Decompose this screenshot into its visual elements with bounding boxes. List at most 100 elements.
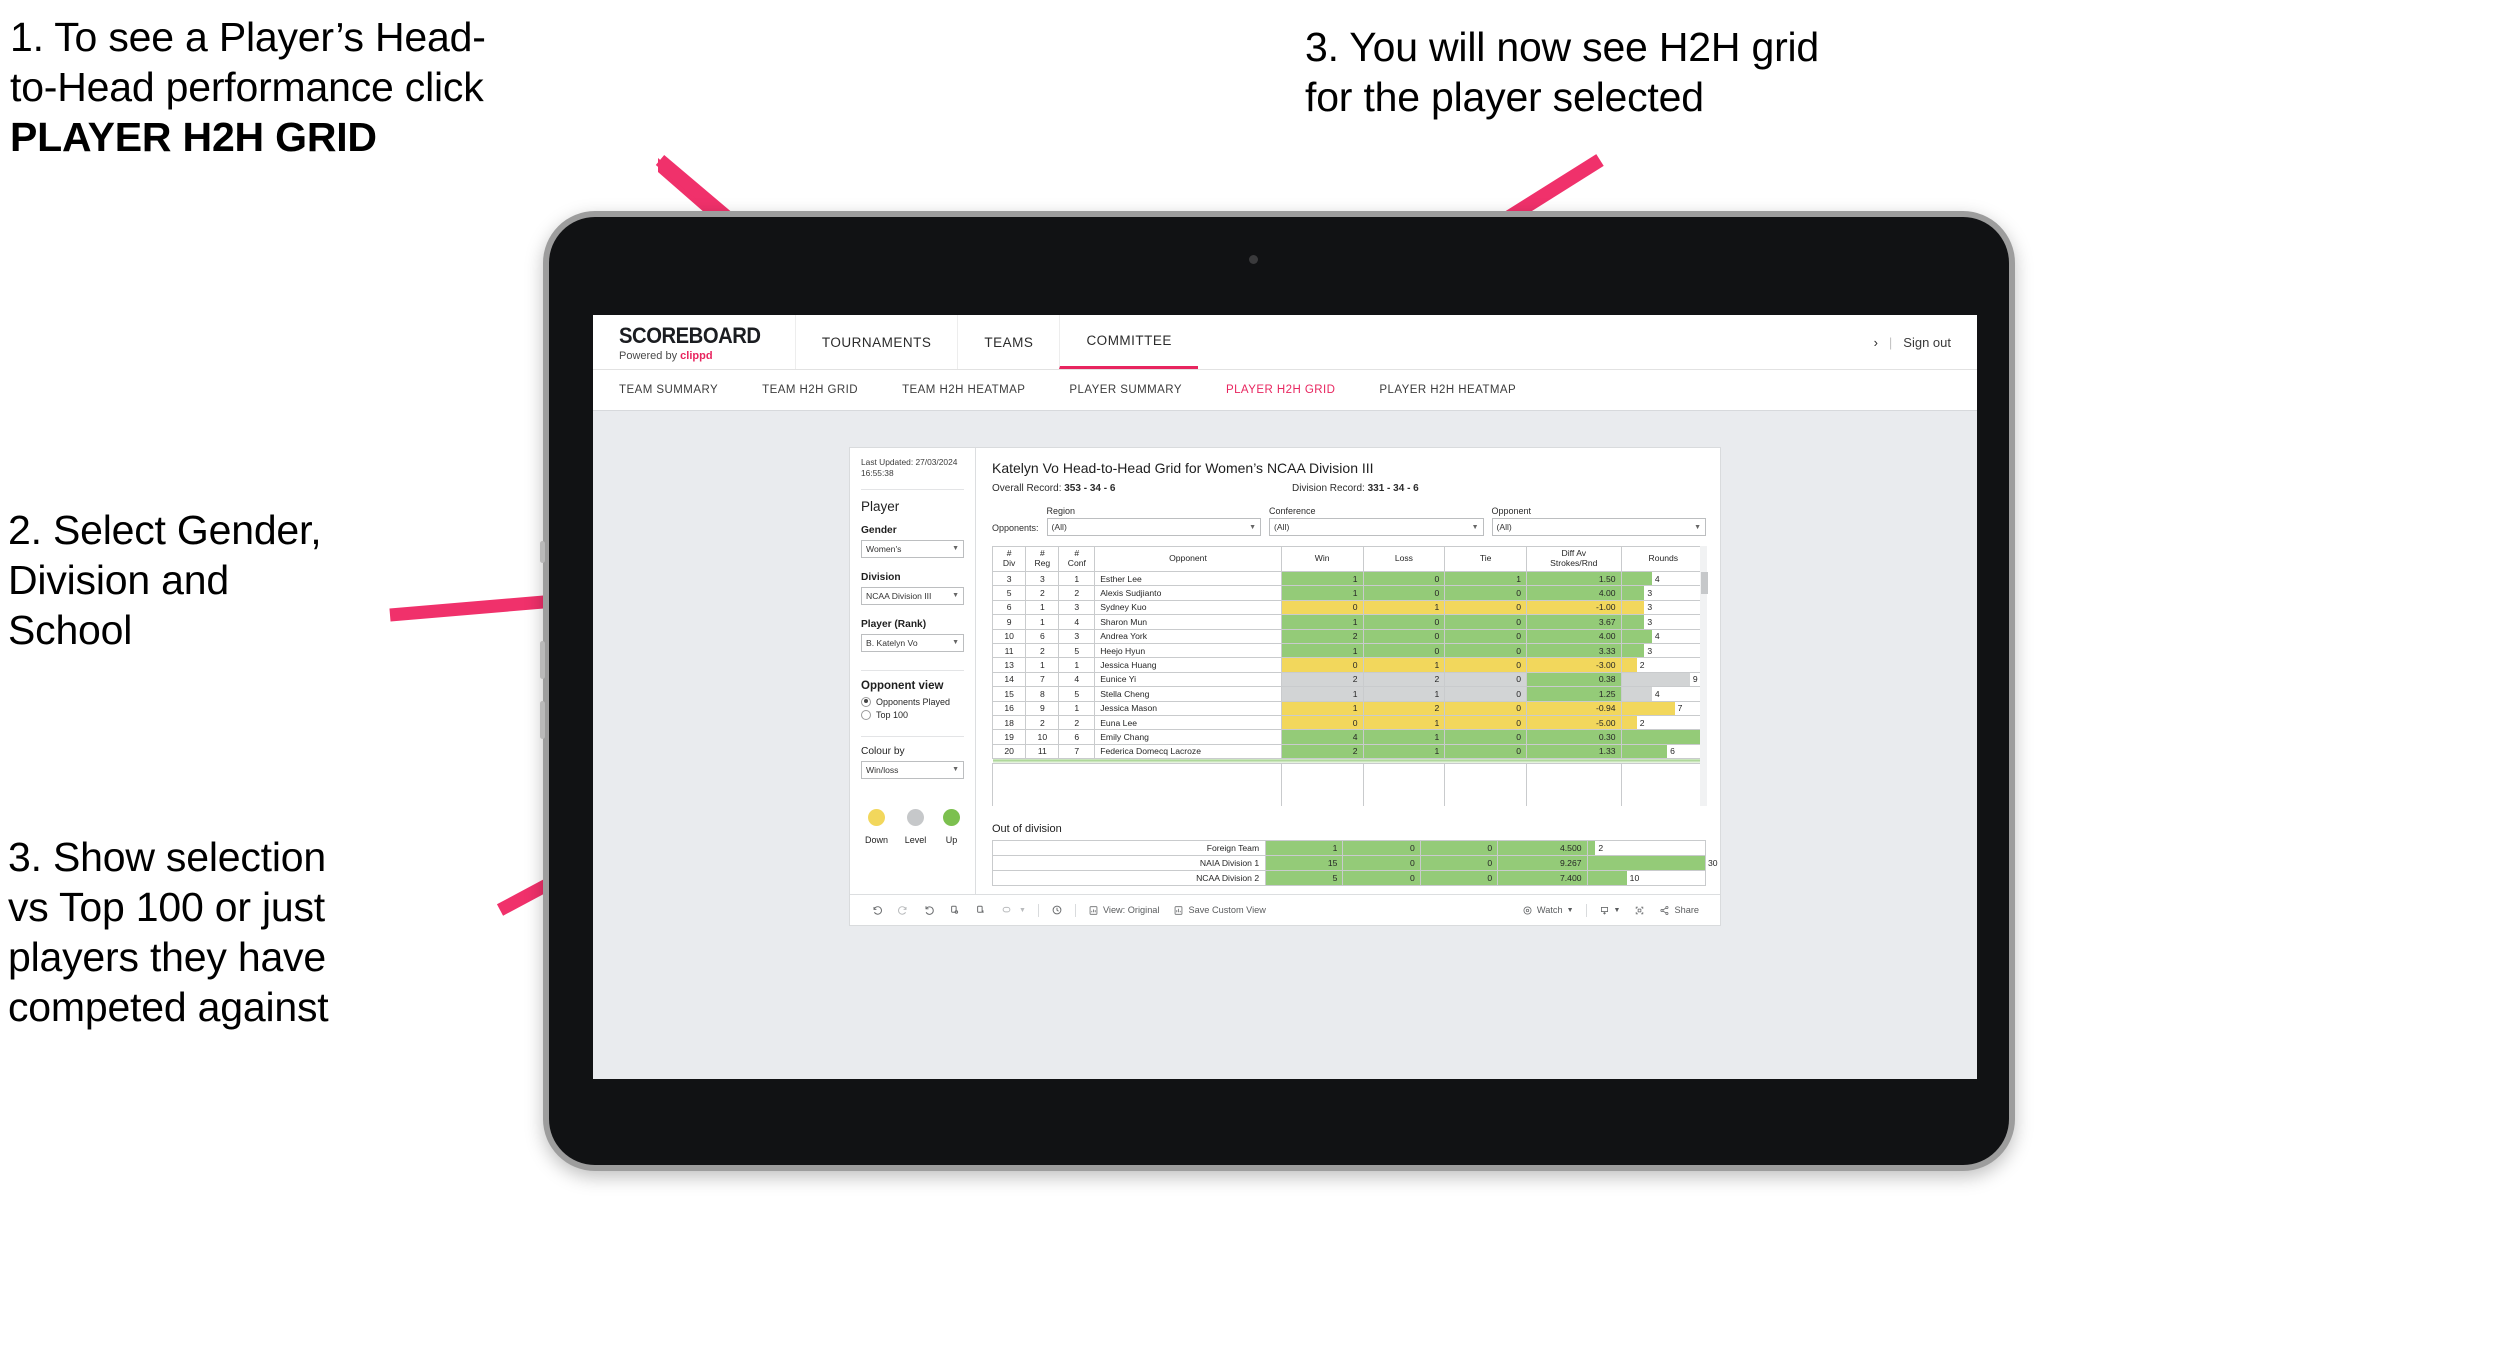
revert-icon[interactable] bbox=[916, 904, 942, 916]
col-win[interactable]: Win bbox=[1280, 546, 1364, 572]
ood-cell-loss: 0 bbox=[1342, 855, 1421, 872]
col-loss[interactable]: Loss bbox=[1362, 546, 1446, 572]
table-row[interactable]: 18 2 2 Euna Lee 0 1 0 -5.00 2 bbox=[991, 714, 1707, 731]
tab-player-h2h-heatmap[interactable]: PLAYER H2H HEATMAP bbox=[1357, 384, 1538, 396]
sign-out-link[interactable]: Sign out bbox=[1903, 335, 1951, 350]
highlight-icon[interactable]: ▼ bbox=[994, 904, 1033, 916]
table-scrollbar-thumb[interactable] bbox=[1701, 572, 1708, 594]
rounds-value: 4 bbox=[1654, 573, 1660, 584]
table-row[interactable]: 11 2 5 Heejo Hyun 1 0 0 3.33 3 bbox=[991, 642, 1707, 659]
tab-player-h2h-grid[interactable]: PLAYER H2H GRID bbox=[1204, 384, 1357, 396]
table-row[interactable]: 6 1 3 Sydney Kuo 0 1 0 -1.00 3 bbox=[991, 599, 1707, 616]
cell-opponent: Alexis Sudjianto bbox=[1094, 585, 1282, 601]
table-row[interactable]: 14 7 4 Eunice Yi 2 2 0 0.38 9 bbox=[991, 671, 1707, 688]
tablet-bezel: SCOREBOARD Powered by clippd TOURNAMENTS… bbox=[549, 217, 2009, 1165]
table-row[interactable]: 15 8 5 Stella Cheng 1 1 0 1.25 4 bbox=[991, 686, 1707, 702]
radio-opponents-played[interactable]: Opponents Played bbox=[861, 696, 964, 707]
legend-down-label: Down bbox=[865, 834, 889, 845]
ood-cell-win: 1 bbox=[1265, 840, 1344, 857]
divider bbox=[861, 488, 964, 490]
cell-conf: 7 bbox=[1058, 743, 1096, 760]
col-diff-l2: Strokes/Rnd bbox=[1550, 558, 1598, 568]
cell-rounds: 2 bbox=[1620, 714, 1707, 731]
table-row[interactable]: 16 9 1 Jessica Mason 1 2 0 -0.94 7 bbox=[991, 700, 1707, 716]
cell-conf: 5 bbox=[1058, 642, 1096, 659]
rounds-value: 9 bbox=[1692, 674, 1698, 685]
table-row[interactable]: 9 1 4 Sharon Mun 1 0 0 3.67 3 bbox=[991, 614, 1707, 630]
col-reg[interactable]: # Reg bbox=[1025, 546, 1060, 572]
brand-logo: SCOREBOARD Powered by clippd bbox=[593, 323, 795, 362]
col-conf[interactable]: # Conf bbox=[1058, 546, 1096, 572]
download-icon[interactable]: ▼ bbox=[1592, 905, 1628, 916]
table-row[interactable]: 13 1 1 Jessica Huang 0 1 0 -3.00 2 bbox=[991, 657, 1707, 673]
rounds-bar bbox=[1587, 856, 1705, 871]
save-custom-view-button[interactable]: Save Custom View bbox=[1166, 905, 1272, 916]
refresh-icon[interactable] bbox=[942, 904, 968, 916]
tab-team-summary[interactable]: TEAM SUMMARY bbox=[619, 384, 740, 396]
ood-row[interactable]: NAIA Division 1 15 0 0 9.267 30 bbox=[991, 855, 1718, 872]
ood-row[interactable]: Foreign Team 1 0 0 4.500 2 bbox=[991, 840, 1707, 857]
table-row[interactable]: 5 2 2 Alexis Sudjianto 1 0 0 4.00 3 bbox=[991, 585, 1707, 601]
radio-top-100[interactable]: Top 100 bbox=[861, 709, 964, 720]
legend-down: Down bbox=[865, 808, 889, 845]
col-div-l1: # bbox=[1006, 548, 1012, 559]
tablet-side-button-3 bbox=[540, 701, 545, 739]
rounds-value: 3 bbox=[1647, 616, 1653, 627]
col-opponent[interactable]: Opponent bbox=[1094, 546, 1282, 572]
table-row[interactable]: 10 6 3 Andrea York 2 0 0 4.00 4 bbox=[991, 628, 1707, 644]
gender-select[interactable]: Women's ▼ bbox=[861, 539, 964, 558]
region-select[interactable]: (All) ▼ bbox=[1046, 518, 1262, 536]
tab-team-h2h-heatmap[interactable]: TEAM H2H HEATMAP bbox=[880, 384, 1047, 396]
share-button[interactable]: Share bbox=[1652, 905, 1706, 916]
redo-icon[interactable] bbox=[890, 904, 916, 916]
app-header: SCOREBOARD Powered by clippd TOURNAMENTS… bbox=[593, 315, 1977, 370]
cell-reg: 3 bbox=[1025, 570, 1060, 587]
share-label: Share bbox=[1674, 905, 1699, 916]
table-scrollbar-track[interactable] bbox=[1700, 546, 1708, 807]
chevron-right-icon[interactable]: › bbox=[1874, 335, 1878, 350]
player-select[interactable]: B. Katelyn Vo ▼ bbox=[861, 633, 964, 652]
ood-cell-opponent: NCAA Division 2 bbox=[991, 870, 1267, 887]
table-row[interactable]: 3 3 1 Esther Lee 1 0 1 1.50 4 bbox=[991, 570, 1707, 587]
tab-team-h2h-grid[interactable]: TEAM H2H GRID bbox=[740, 384, 880, 396]
signout-separator: | bbox=[1888, 334, 1893, 350]
topnav-item-tournaments[interactable]: TOURNAMENTS bbox=[794, 315, 958, 369]
col-tie[interactable]: Tie bbox=[1444, 546, 1528, 572]
undo-icon[interactable] bbox=[864, 904, 890, 916]
ood-cell-loss: 0 bbox=[1342, 840, 1421, 857]
main-panel: Katelyn Vo Head-to-Head Grid for Women’s… bbox=[976, 448, 1720, 894]
out-of-division-table: Foreign Team 1 0 0 4.500 2 NAIA Division 1 15 0 0… bbox=[991, 840, 1718, 887]
cell-reg: 6 bbox=[1025, 628, 1060, 644]
table-row[interactable]: 20 11 7 Federica Domecq Lacroze 2 1 0 1.33 6 bbox=[991, 743, 1707, 760]
ood-row[interactable]: NCAA Division 2 5 0 0 7.400 10 bbox=[991, 870, 1707, 887]
table-row[interactable]: 19106Emily Chang4100.3011 bbox=[991, 729, 1707, 745]
division-record-label: Division Record: bbox=[1292, 483, 1368, 494]
history-icon[interactable] bbox=[1044, 904, 1070, 916]
colour-by-select[interactable]: Win/loss ▼ bbox=[861, 760, 964, 779]
tablet-frame: SCOREBOARD Powered by clippd TOURNAMENTS… bbox=[540, 211, 2015, 1171]
division-select[interactable]: NCAA Division III ▼ bbox=[861, 586, 964, 605]
fullscreen-icon[interactable] bbox=[1627, 905, 1652, 916]
tab-player-summary[interactable]: PLAYER SUMMARY bbox=[1047, 384, 1204, 396]
col-rounds[interactable]: Rounds bbox=[1620, 546, 1707, 572]
pause-updates-icon[interactable] bbox=[968, 904, 994, 916]
colour-legend: Down Level Up bbox=[861, 808, 964, 845]
col-div[interactable]: # Div bbox=[991, 546, 1027, 572]
cell-reg: 10 bbox=[1025, 729, 1060, 745]
col-diff[interactable]: Diff Av Strokes/Rnd bbox=[1526, 546, 1622, 572]
opponent-select[interactable]: (All) ▼ bbox=[1491, 518, 1706, 536]
h2h-header-row: # Div # Reg # Conf Opponent Win Loss Tie Di… bbox=[991, 546, 1707, 572]
cell-loss: 1 bbox=[1362, 743, 1446, 760]
cell-reg: 2 bbox=[1025, 714, 1060, 731]
view-original-button[interactable]: View: Original bbox=[1081, 905, 1167, 916]
cell-win: 1 bbox=[1280, 700, 1364, 716]
annotation-step-3: 3. Show selection vs Top 100 or just pla… bbox=[8, 834, 329, 1031]
topnav-item-committee[interactable]: COMMITTEE bbox=[1059, 315, 1198, 369]
rounds-bar bbox=[1622, 586, 1645, 600]
watch-button[interactable]: Watch ▼ bbox=[1515, 905, 1581, 916]
cell-div: 9 bbox=[991, 614, 1027, 630]
cell-div: 16 bbox=[991, 700, 1027, 716]
topnav-item-teams[interactable]: TEAMS bbox=[957, 315, 1059, 369]
cell-diff: -0.94 bbox=[1526, 700, 1622, 716]
conference-select[interactable]: (All) ▼ bbox=[1269, 518, 1484, 536]
